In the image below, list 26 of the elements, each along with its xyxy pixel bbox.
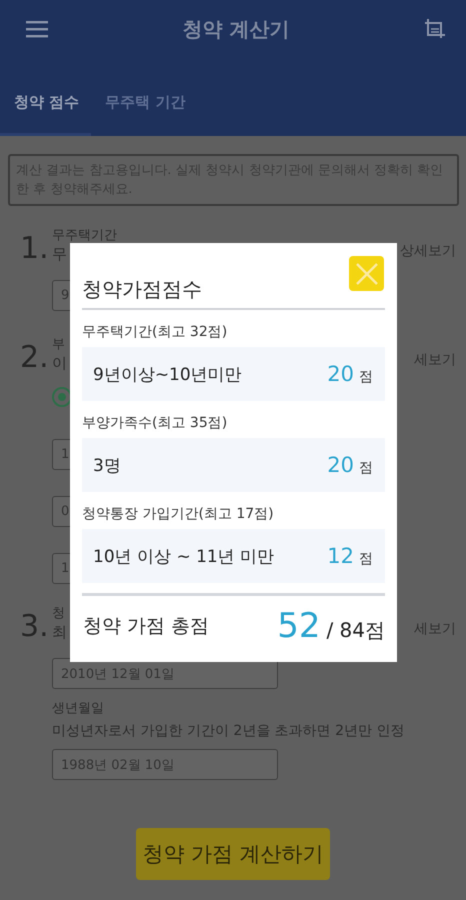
row-value: 9년이상~10년미만: [93, 364, 242, 386]
score-value: 12: [327, 544, 354, 568]
frame-icon[interactable]: [424, 18, 446, 40]
dialog-title: 청약가점점수: [82, 276, 202, 302]
calculate-button[interactable]: 청약 가점 계산하기: [136, 828, 330, 880]
group-label: 무주택기간(최고 32점): [82, 323, 228, 341]
score-value: 20: [327, 453, 354, 477]
app-title: 청약 계산기: [182, 16, 290, 42]
section-number: 3.: [20, 610, 50, 644]
menu-icon[interactable]: [26, 20, 48, 38]
row-value: 10년 이상 ~ 11년 미만: [93, 546, 274, 568]
score-unit: 점: [359, 550, 373, 568]
section-number: 1.: [20, 232, 50, 266]
tab[interactable]: 무주택 기간: [91, 72, 198, 136]
score-unit: 점: [359, 459, 373, 477]
section-number: 2.: [20, 341, 50, 375]
close-icon: [354, 262, 378, 286]
score-unit: 점: [359, 368, 373, 386]
max-score: / 84점: [326, 617, 385, 644]
row-value: 3명: [93, 454, 121, 476]
total-score: 52: [277, 606, 320, 646]
group-label: 청약통장 가입기간(최고 17점): [82, 505, 275, 523]
group-label: 부양가족수(최고 35점): [82, 414, 228, 432]
tab[interactable]: 청약 점수: [0, 72, 92, 136]
score-value: 20: [327, 362, 354, 386]
total-label: 청약 가점 총점: [83, 614, 210, 639]
